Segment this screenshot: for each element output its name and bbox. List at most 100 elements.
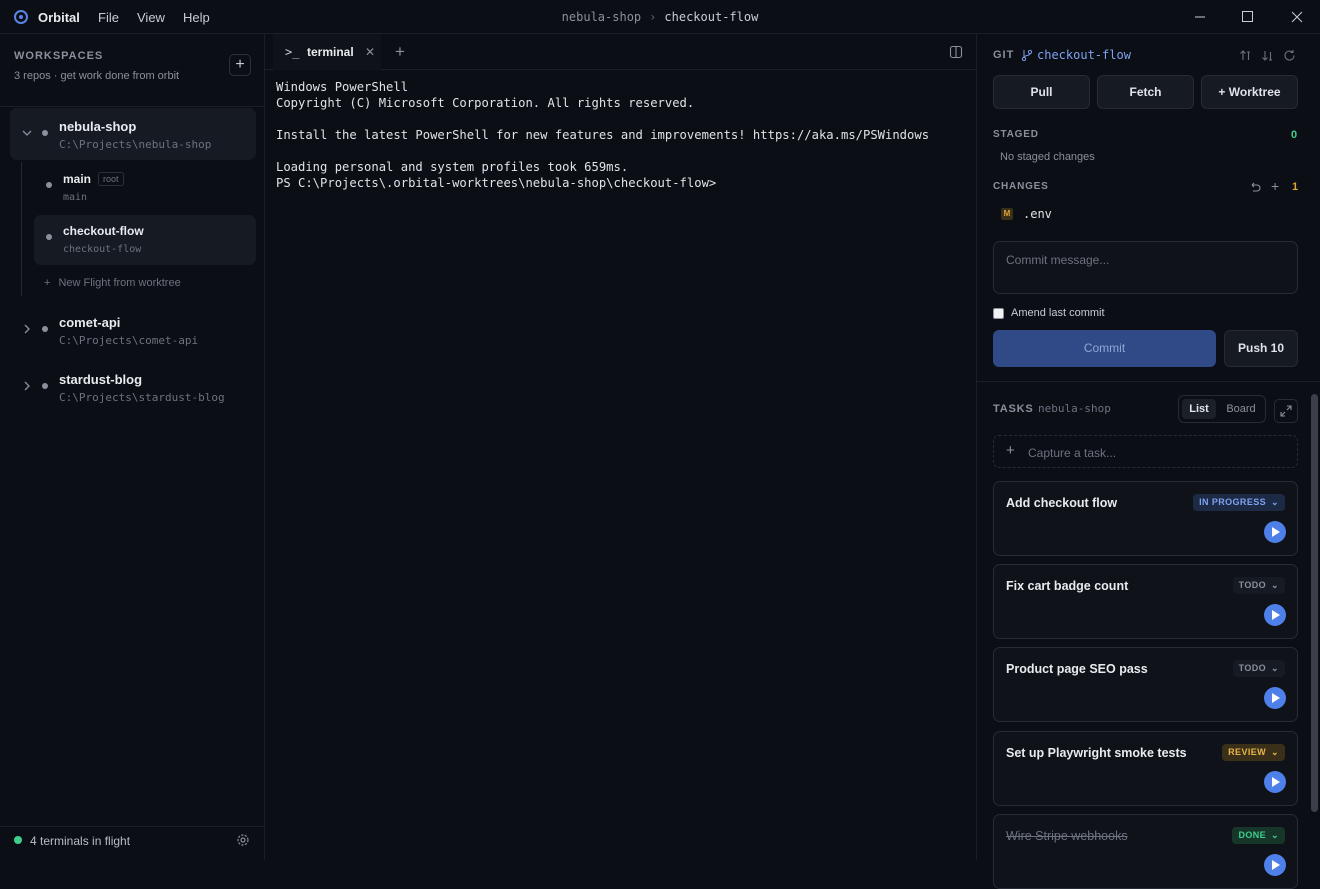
- repo-comet-api[interactable]: comet-api C:\Projects\comet-api: [10, 304, 256, 356]
- commit-message-input[interactable]: [993, 241, 1298, 294]
- tasks-repo: nebula-shop: [1038, 402, 1111, 415]
- terminal-line: Install the latest PowerShell for new fe…: [276, 128, 930, 142]
- capture-task-input[interactable]: + Capture a task...: [993, 435, 1298, 468]
- worktree-branch: checkout-flow: [63, 244, 142, 255]
- worktree-main[interactable]: main root main: [34, 163, 256, 213]
- task-card[interactable]: Fix cart badge count TODO ⌄: [993, 564, 1298, 639]
- tab-label: terminal: [307, 45, 354, 59]
- staged-count: 0: [1291, 129, 1298, 141]
- task-card[interactable]: Set up Playwright smoke tests REVIEW ⌄: [993, 731, 1298, 806]
- repo-path: C:\Projects\nebula-shop: [59, 138, 212, 151]
- pull-arrow-icon[interactable]: [1261, 49, 1274, 62]
- tab-terminal[interactable]: >_ terminal ✕: [273, 34, 381, 70]
- pull-button[interactable]: Pull: [993, 75, 1090, 109]
- sidebar-footer: 4 terminals in flight: [0, 826, 264, 860]
- worktree-name: checkout-flow: [63, 224, 144, 238]
- workspaces-subtitle: 3 repos · get work done from orbit: [14, 70, 180, 82]
- amend-checkbox[interactable]: [993, 308, 1004, 319]
- status-label: TODO: [1238, 663, 1267, 673]
- task-status-dropdown[interactable]: DONE ⌄: [1232, 827, 1285, 844]
- play-icon[interactable]: [1264, 687, 1286, 709]
- task-title: Set up Playwright smoke tests: [1006, 746, 1187, 760]
- task-status-dropdown[interactable]: TODO ⌄: [1232, 577, 1285, 594]
- tasks-label: TASKS: [993, 403, 1034, 415]
- push-arrow-icon[interactable]: [1239, 49, 1252, 62]
- tasks-scrollbar[interactable]: [1311, 394, 1318, 812]
- repo-nebula-shop[interactable]: nebula-shop C:\Projects\nebula-shop: [10, 108, 256, 160]
- worktree-status-dot: [46, 234, 52, 240]
- repo-name: comet-api: [59, 315, 121, 330]
- close-window-icon[interactable]: [1290, 10, 1304, 24]
- divider: [977, 381, 1320, 382]
- commit-button[interactable]: Commit: [993, 330, 1216, 367]
- worktree-branch: main: [63, 192, 88, 203]
- terminal-icon: >_: [285, 45, 300, 59]
- push-button[interactable]: Push 10: [1224, 330, 1298, 367]
- split-view-icon[interactable]: [949, 45, 963, 59]
- close-tab-icon[interactable]: ✕: [365, 45, 375, 59]
- terminal-output[interactable]: Windows PowerShell Copyright (C) Microsof…: [276, 79, 966, 191]
- minimize-icon[interactable]: [1193, 10, 1207, 24]
- workspaces-title: WORKSPACES: [14, 50, 104, 62]
- breadcrumb-worktree[interactable]: checkout-flow: [664, 10, 758, 24]
- chevron-down-icon: ⌄: [1271, 580, 1279, 590]
- new-tab-button[interactable]: +: [395, 42, 405, 62]
- amend-label[interactable]: Amend last commit: [1011, 307, 1105, 319]
- worktree-status-dot: [46, 182, 52, 188]
- status-label: IN PROGRESS: [1199, 497, 1267, 507]
- repo-path: C:\Projects\stardust-blog: [59, 391, 225, 404]
- refresh-icon[interactable]: [1283, 49, 1296, 62]
- branch-name[interactable]: checkout-flow: [1037, 48, 1131, 62]
- task-title: Wire Stripe webhooks: [1006, 829, 1128, 843]
- status-label: REVIEW: [1228, 747, 1267, 757]
- add-workspace-button[interactable]: +: [229, 54, 251, 76]
- discard-changes-icon[interactable]: [1249, 181, 1261, 193]
- expand-icon[interactable]: [1274, 399, 1298, 423]
- chevron-down-icon[interactable]: [22, 128, 32, 138]
- repo-status-dot: [42, 383, 48, 389]
- title-bar: Orbital File View Help nebula-shop › check…: [0, 0, 1320, 34]
- worktree-button[interactable]: + Worktree: [1201, 75, 1298, 109]
- worktree-name: main: [63, 172, 92, 186]
- play-icon[interactable]: [1264, 854, 1286, 876]
- task-status-dropdown[interactable]: REVIEW ⌄: [1222, 744, 1285, 761]
- play-icon[interactable]: [1264, 521, 1286, 543]
- task-card[interactable]: Wire Stripe webhooks DONE ⌄: [993, 814, 1298, 889]
- status-dot: [14, 836, 22, 844]
- view-board-button[interactable]: Board: [1219, 399, 1263, 419]
- chevron-down-icon: ⌄: [1271, 497, 1279, 507]
- terminal-line: Windows PowerShell: [276, 80, 409, 94]
- fetch-button[interactable]: Fetch: [1097, 75, 1194, 109]
- task-status-dropdown[interactable]: IN PROGRESS ⌄: [1193, 494, 1285, 511]
- chevron-right-icon[interactable]: [22, 324, 32, 334]
- capture-placeholder: Capture a task...: [1028, 446, 1117, 460]
- new-flight-button[interactable]: + New Flight from worktree: [44, 277, 181, 289]
- view-list-button[interactable]: List: [1182, 399, 1216, 419]
- terminal-panel: >_ terminal ✕ + Windows PowerShell Copyri…: [265, 34, 976, 860]
- maximize-icon[interactable]: [1241, 10, 1255, 24]
- terminal-line: ​: [276, 111, 966, 127]
- repo-path: C:\Projects\comet-api: [59, 334, 199, 347]
- chevron-down-icon: ⌄: [1271, 747, 1279, 757]
- stage-all-icon[interactable]: +: [1271, 178, 1279, 194]
- task-status-dropdown[interactable]: TODO ⌄: [1232, 660, 1285, 677]
- chevron-down-icon: ⌄: [1271, 830, 1279, 840]
- new-flight-label: New Flight from worktree: [58, 277, 181, 289]
- repo-stardust-blog[interactable]: stardust-blog C:\Projects\stardust-blog: [10, 361, 256, 413]
- task-title: Add checkout flow: [1006, 496, 1118, 510]
- chevron-right-icon[interactable]: [22, 381, 32, 391]
- breadcrumb-repo[interactable]: nebula-shop: [562, 10, 641, 24]
- play-icon[interactable]: [1264, 604, 1286, 626]
- task-card[interactable]: Add checkout flow IN PROGRESS ⌄: [993, 481, 1298, 556]
- git-branch-icon: [1021, 49, 1033, 61]
- task-card[interactable]: Product page SEO pass TODO ⌄: [993, 647, 1298, 722]
- gear-icon[interactable]: [236, 833, 250, 847]
- breadcrumb-separator: ›: [649, 10, 657, 24]
- tab-bar: >_ terminal ✕ +: [265, 34, 976, 70]
- terminal-line: Loading personal and system profiles too…: [276, 160, 629, 174]
- changed-file[interactable]: .env: [1023, 207, 1052, 221]
- play-icon[interactable]: [1264, 771, 1286, 793]
- worktree-checkout-flow[interactable]: checkout-flow checkout-flow: [34, 215, 256, 265]
- repo-status-dot: [42, 326, 48, 332]
- terminals-status: 4 terminals in flight: [30, 834, 131, 848]
